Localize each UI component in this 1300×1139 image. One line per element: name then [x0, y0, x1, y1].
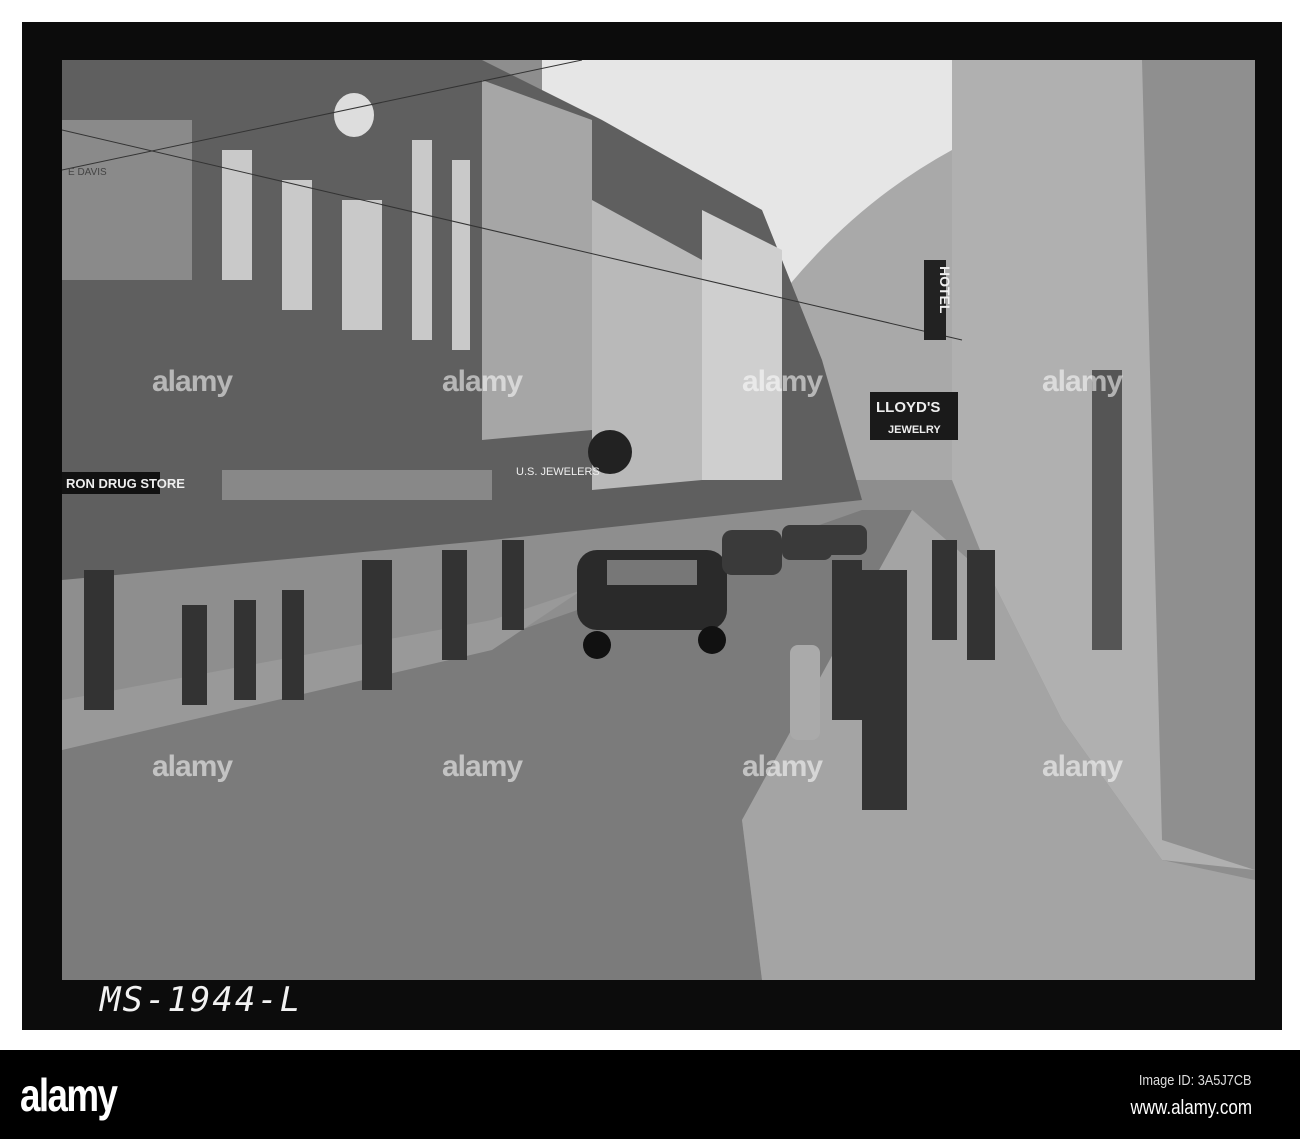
fire-hydrant [790, 645, 820, 740]
lloyds-sign-text: LLOYD'S [876, 399, 940, 416]
hotel-sign-text: HOTEL [937, 266, 953, 314]
negative-number: MS-1944-L [100, 980, 303, 1020]
street-photograph: RON DRUG STORE E DAVIS U.S. JEWELERS LLO… [62, 60, 1255, 980]
davis-sign-text: E DAVIS [68, 167, 107, 178]
street-lamp [334, 93, 374, 137]
awning [222, 470, 492, 500]
jewelry-sign-text: JEWELRY [888, 424, 941, 436]
alamy-logo: alamy [20, 1069, 118, 1121]
image-id: Image ID: 3A5J7CB [1139, 1072, 1252, 1089]
website-link[interactable]: www.alamy.com [1130, 1097, 1252, 1120]
drug-store-sign-text: RON DRUG STORE [66, 476, 185, 491]
street-scene: RON DRUG STORE E DAVIS U.S. JEWELERS LLO… [62, 60, 1255, 980]
footer-bar: alamy Image ID: 3A5J7CB www.alamy.com [0, 1050, 1300, 1139]
us-jewelers-sign-text: U.S. JEWELERS [516, 466, 600, 478]
